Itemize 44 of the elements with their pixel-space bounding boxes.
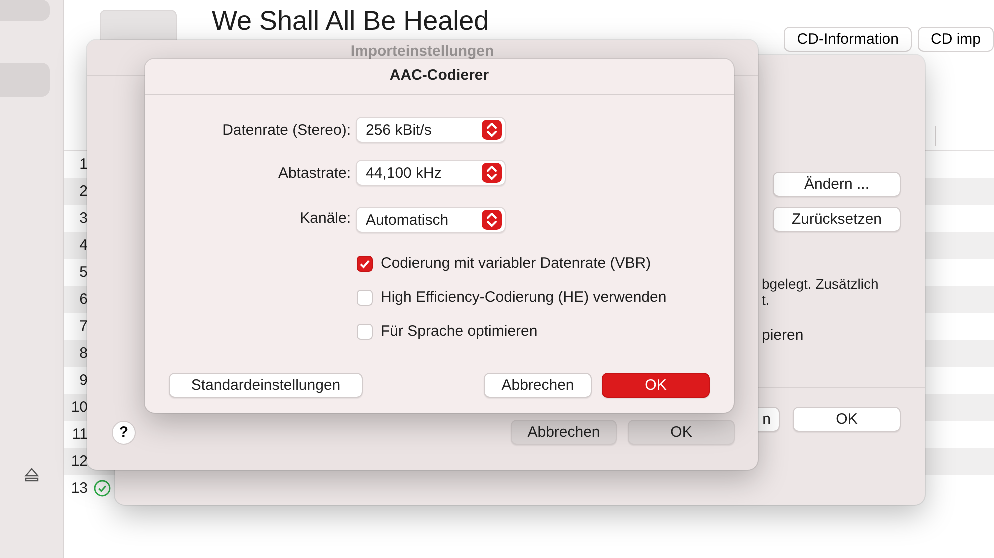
popup-menu[interactable]: Automatisch: [356, 207, 506, 233]
track-number: 2: [78, 183, 88, 200]
track-number: 6: [78, 291, 88, 308]
stepper-icon: [482, 120, 502, 140]
checkbox-label: Für Sprache optimieren: [381, 323, 538, 340]
field-label: Abtastrate:: [277, 164, 351, 182]
stepper-icon: [482, 163, 502, 183]
header-button[interactable]: CD imp: [918, 27, 994, 52]
help-button[interactable]: ?: [112, 420, 136, 444]
track-number: 13: [70, 480, 88, 497]
track-number: 1: [78, 156, 88, 173]
eject-icon[interactable]: [24, 467, 40, 483]
field-label: Kanäle:: [299, 210, 351, 226]
track-number: 5: [78, 264, 88, 281]
checkbox-label: High Efficiency-Codierung (HE) verwenden: [381, 289, 667, 306]
track-number: 3: [78, 210, 88, 227]
ok-button[interactable]: OK: [602, 373, 710, 398]
popup-menu[interactable]: 256 kBit/s: [356, 117, 506, 143]
stepper-icon: [482, 210, 502, 230]
checkbox[interactable]: [357, 256, 373, 272]
track-number: 7: [78, 318, 88, 335]
popup-menu[interactable]: 44,100 kHz: [356, 160, 506, 186]
dialog-button[interactable]: Zurücksetzen: [773, 207, 901, 232]
track-number: 8: [78, 345, 88, 362]
description-text: bgelegt. Zusätzlich: [762, 276, 880, 292]
description-text: t.: [762, 292, 771, 308]
checkbox-label: Codierung mit variabler Datenrate (VBR): [381, 255, 652, 272]
dialog-button[interactable]: OK: [793, 407, 901, 432]
dialog-button[interactable]: Ändern ...: [773, 172, 901, 197]
track-number: 10: [70, 399, 88, 416]
dialog-button[interactable]: Abbrechen: [511, 420, 617, 445]
window-title: Importeinstellungen: [350, 43, 494, 60]
track-number: 12: [70, 453, 88, 470]
track-number: 9: [78, 372, 88, 389]
track-number: 4: [78, 237, 88, 254]
dialog-button[interactable]: Standardeinstellungen: [169, 373, 363, 398]
window-title: AAC-Codierer: [390, 67, 490, 84]
dialog-button[interactable]: OK: [628, 420, 735, 445]
track-number: 11: [71, 426, 88, 443]
option-label: pieren: [762, 328, 805, 344]
dialog-button[interactable]: Abbrechen: [484, 373, 592, 398]
field-label: Datenrate (Stereo):: [222, 122, 351, 138]
header-button[interactable]: CD-Information: [784, 27, 912, 52]
album-title: We Shall All Be Healed: [212, 6, 490, 37]
